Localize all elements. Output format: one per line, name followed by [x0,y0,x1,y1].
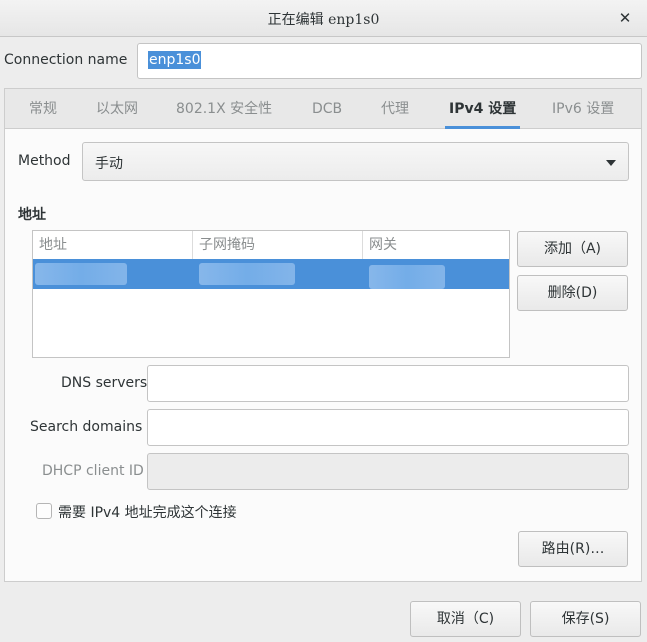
column-header-netmask[interactable]: 子网掩码 [193,231,363,259]
dns-servers-label: DNS servers [61,375,148,391]
connection-name-label: Connection name [4,52,128,68]
window-title: 正在编辑 enp1s0 [267,12,380,28]
close-icon[interactable]: ✕ [615,8,635,28]
table-row[interactable] [33,259,509,289]
dhcp-client-id-label: DHCP client ID [42,463,144,479]
delete-address-button[interactable]: 删除(D) [517,275,628,311]
search-domains-input[interactable] [147,409,629,446]
addresses-table[interactable]: 地址 子网掩码 网关 [32,230,510,358]
tab-ipv4-settings[interactable]: IPv4 设置 [444,89,521,129]
redacted-netmask-cell[interactable] [199,263,295,285]
tab-proxy[interactable]: 代理 [381,89,409,129]
redacted-gateway-cell[interactable] [369,265,445,289]
add-address-button[interactable]: 添加（A) [517,231,628,267]
method-dropdown[interactable]: 手动 [82,142,629,181]
search-domains-label: Search domains [30,419,143,435]
require-ipv4-label[interactable]: 需要 IPv4 地址完成这个连接 [58,502,237,522]
column-header-gateway[interactable]: 网关 [363,231,509,259]
redacted-address-cell[interactable] [35,263,127,285]
title-bar: 正在编辑 enp1s0 ✕ [0,0,647,37]
tab-bar: 常规 以太网 802.1X 安全性 DCB 代理 IPv4 设置 IPv6 设置 [5,89,641,129]
cancel-button[interactable]: 取消（C) [410,601,521,637]
column-header-address[interactable]: 地址 [33,231,193,259]
dhcp-client-id-input [147,453,629,490]
tab-8021x-security[interactable]: 802.1X 安全性 [176,89,272,129]
dns-servers-input[interactable] [147,365,629,402]
tab-ethernet[interactable]: 以太网 [96,89,138,129]
chevron-down-icon [606,160,616,166]
method-label: Method [18,153,71,169]
method-value: 手动 [95,156,123,172]
save-button[interactable]: 保存(S) [530,601,641,637]
tab-ipv6-settings[interactable]: IPv6 设置 [552,89,614,129]
addresses-heading: 地址 [18,207,46,223]
connection-name-input[interactable]: enp1s0 [137,43,642,79]
connection-name-value: enp1s0 [148,51,202,69]
routes-button[interactable]: 路由(R)… [518,531,628,567]
tab-general[interactable]: 常规 [29,89,57,129]
require-ipv4-checkbox[interactable] [36,503,52,519]
tab-dcb[interactable]: DCB [312,89,342,129]
